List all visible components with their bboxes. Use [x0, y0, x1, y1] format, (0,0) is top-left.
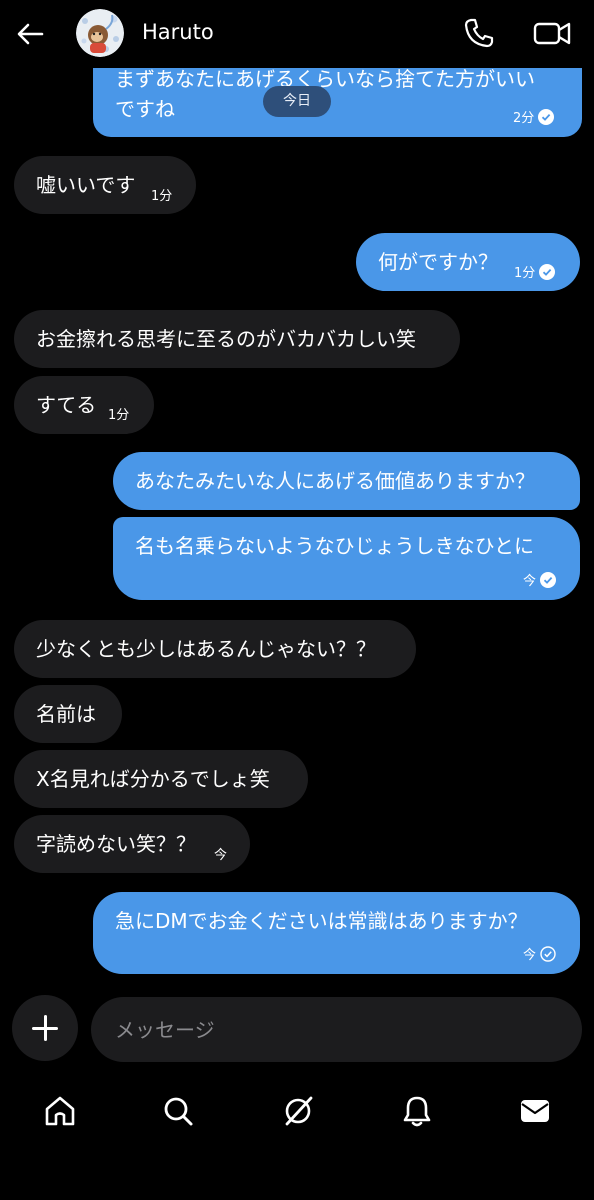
add-attachment-button[interactable] — [12, 995, 78, 1061]
message-meta: 今 — [523, 570, 557, 589]
search-icon[interactable] — [161, 1094, 195, 1128]
message-text: 名前は — [36, 702, 96, 726]
message-bubble-incoming[interactable]: X名見れば分かるでしょ笑 — [14, 750, 308, 808]
message-text: 名も名乗らないようなひじょうしきなひとに — [135, 534, 534, 558]
message-bubble-outgoing[interactable]: あなたみたいな人にあげる価値ありますか？ — [113, 452, 580, 510]
message-meta: 今 — [523, 944, 556, 963]
message-time: 今 — [523, 574, 537, 589]
read-check-icon — [538, 108, 555, 125]
message-text: 急にDMでお金くださいは常識はありますか？ — [115, 909, 528, 933]
message-time: 今 — [523, 948, 537, 963]
message-bubble-incoming[interactable]: すてる — [14, 376, 154, 434]
message-bubble-outgoing[interactable]: 名も名乗らないようなひじょうしきなひとに — [113, 517, 580, 600]
avatar-image — [76, 9, 124, 57]
home-indicator-area — [0, 1150, 594, 1200]
message-input[interactable] — [91, 997, 582, 1062]
bell-icon[interactable] — [400, 1094, 434, 1128]
message-bubble-incoming[interactable]: 少なくとも少しはあるんじゃない？？ — [14, 620, 416, 678]
message-text: あなたみたいな人にあげる価値ありますか？ — [135, 469, 535, 493]
phone-icon[interactable] — [462, 16, 496, 50]
message-text: X名見れば分かるでしょ笑 — [36, 767, 270, 791]
message-bubble-incoming[interactable]: 名前は — [14, 685, 122, 743]
message-text: すてる — [36, 393, 97, 417]
message-bubble-incoming[interactable]: お金擦れる思考に至るのがバカバカしい笑 — [14, 310, 460, 368]
mail-icon[interactable] — [518, 1094, 552, 1128]
back-arrow-icon[interactable] — [14, 18, 46, 50]
message-time: 1分 — [151, 189, 173, 204]
sent-check-icon — [540, 945, 556, 962]
chat-header: Haruto — [0, 0, 594, 68]
message-list: まずあなたにあげるくらいなら捨てた方がいい ですね 2分 今日 嘘いいです 1分… — [0, 0, 594, 990]
home-icon[interactable] — [43, 1094, 77, 1128]
message-time: 1分 — [108, 408, 130, 423]
read-check-icon — [539, 263, 556, 280]
message-text: 少なくとも少しはあるんじゃない？？ — [36, 637, 376, 661]
read-check-icon — [540, 571, 557, 588]
grok-icon[interactable] — [281, 1094, 315, 1128]
message-time: 今 — [214, 848, 228, 863]
message-meta: 2分 — [513, 107, 555, 126]
date-separator: 今日 — [263, 86, 331, 117]
message-bubble-outgoing[interactable]: 急にDMでお金くださいは常識はありますか？ — [93, 892, 580, 974]
message-time: 1分 — [514, 266, 536, 281]
avatar[interactable] — [76, 9, 124, 57]
message-text-line: まずあなたにあげるくらいなら捨てた方がいい — [115, 67, 535, 91]
video-camera-icon[interactable] — [532, 16, 572, 50]
message-text-line: ですね — [115, 97, 175, 121]
message-text: 字読めない笑？？ — [36, 832, 196, 856]
message-text: 嘘いいです — [36, 173, 136, 197]
message-time: 2分 — [513, 111, 535, 126]
contact-name[interactable]: Haruto — [142, 20, 214, 44]
message-text: お金擦れる思考に至るのがバカバカしい笑 — [36, 327, 416, 351]
message-text: 何がですか？ — [378, 250, 498, 274]
message-meta: 1分 — [514, 262, 556, 281]
